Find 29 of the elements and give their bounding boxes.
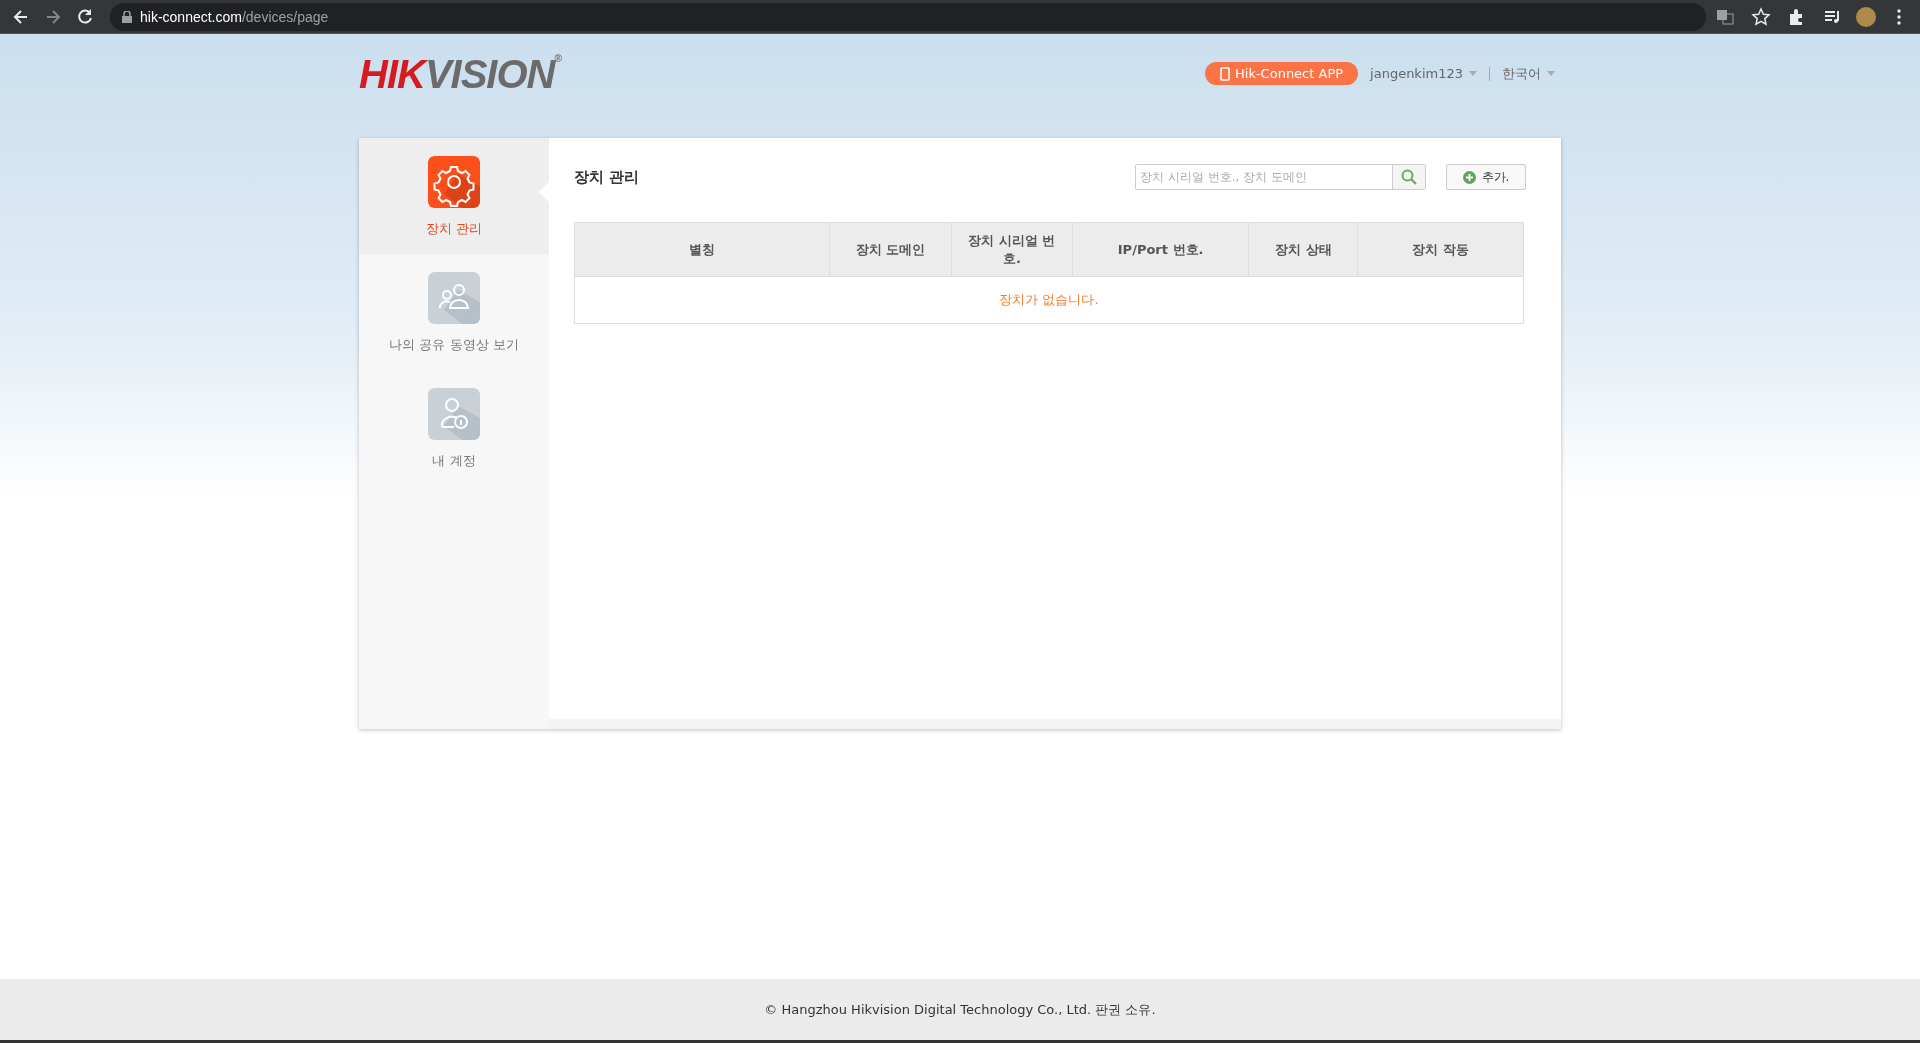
column-header: IP/Port 번호. xyxy=(1072,222,1249,277)
address-bar[interactable]: hik-connect.com/devices/page xyxy=(110,2,1706,31)
column-header: 장치 작동 xyxy=(1357,222,1524,277)
gear-icon xyxy=(428,156,480,208)
column-header: 장치 도메인 xyxy=(829,222,952,277)
sidebar-item[interactable]: 내 계정 xyxy=(359,370,549,486)
profile-avatar[interactable] xyxy=(1856,6,1876,27)
page-title: 장치 관리 xyxy=(574,167,641,187)
user-info-icon xyxy=(428,388,480,440)
users-icon xyxy=(428,272,480,324)
search-field[interactable]: 장치 시리얼 번호., 장치 도메인 xyxy=(1135,164,1426,190)
sidebar-item[interactable]: 나의 공유 동영상 보기 xyxy=(359,254,549,370)
url-text: hik-connect.com/devices/page xyxy=(140,8,329,25)
lock-icon xyxy=(122,10,132,23)
app-download-button[interactable]: Hik-Connect APP xyxy=(1205,62,1359,85)
copyright-text: © Hangzhou Hikvision Digital Technology Co., Ltd. 판권 소유. xyxy=(764,1000,1156,1019)
plus-circle-icon xyxy=(1462,170,1476,184)
add-button[interactable]: 추가. xyxy=(1446,164,1526,190)
sidebar-item[interactable]: 장치 관리 xyxy=(359,138,549,254)
column-header: 장치 시리얼 번호. xyxy=(951,222,1073,277)
phone-icon xyxy=(1220,66,1230,81)
column-header: 별칭 xyxy=(574,222,830,277)
language-menu[interactable]: 한국어 xyxy=(1502,64,1555,83)
hikvision-logo[interactable]: HIKVISION® xyxy=(359,54,561,94)
user-menu[interactable]: jangenkim123 xyxy=(1370,66,1477,81)
empty-message: 장치가 없습니다. xyxy=(574,276,1524,324)
search-button[interactable] xyxy=(1392,165,1425,189)
search-icon xyxy=(1401,169,1417,185)
column-header: 장치 상태 xyxy=(1248,222,1358,277)
